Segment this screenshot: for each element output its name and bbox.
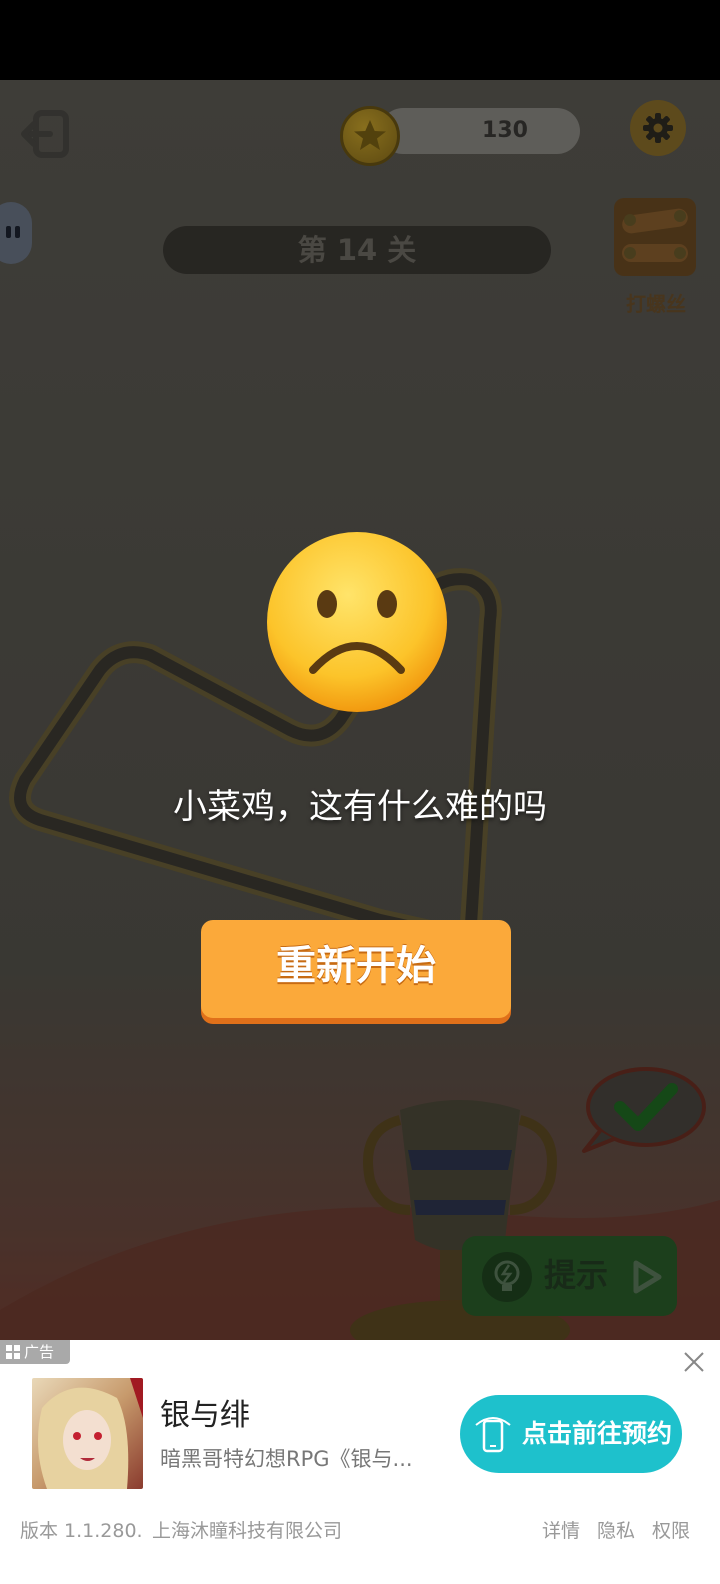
phone-icon: [475, 1417, 511, 1453]
ad-tag: 广告: [0, 1340, 70, 1364]
ad-app-icon[interactable]: [32, 1378, 143, 1489]
ad-link-privacy[interactable]: 隐私: [597, 1516, 635, 1546]
game-area: 130 第 14 关 打螺丝 提示: [0, 80, 720, 1353]
ad-description: 暗黑哥特幻想RPG《银与...: [160, 1447, 413, 1471]
ad-banner: 广告 银与绯 暗黑哥特幻想RPG《银与... 点击前往预约 版本 1.1.280…: [0, 1340, 720, 1584]
ad-title[interactable]: 银与绯: [160, 1396, 250, 1436]
ad-cta-button[interactable]: 点击前往预约: [460, 1395, 682, 1473]
ad-tag-label: 广告: [24, 1343, 55, 1361]
ad-link-permissions[interactable]: 权限: [652, 1516, 690, 1546]
frowning-face-icon: [267, 532, 447, 712]
ad-company: 上海沐瞳科技有限公司: [152, 1520, 343, 1542]
close-icon[interactable]: [680, 1348, 708, 1376]
ad-link-details[interactable]: 详情: [542, 1516, 580, 1546]
restart-button[interactable]: 重新开始: [201, 920, 511, 1018]
status-bar: [0, 0, 720, 80]
ad-badge-icon: [6, 1345, 20, 1359]
restart-label: 重新开始: [276, 943, 436, 989]
ad-version: 版本 1.1.280.: [20, 1520, 143, 1542]
dim-overlay: [0, 80, 720, 1353]
ad-cta-label: 点击前往预约: [521, 1419, 672, 1448]
fail-message: 小菜鸡，这有什么难的吗: [173, 787, 547, 827]
